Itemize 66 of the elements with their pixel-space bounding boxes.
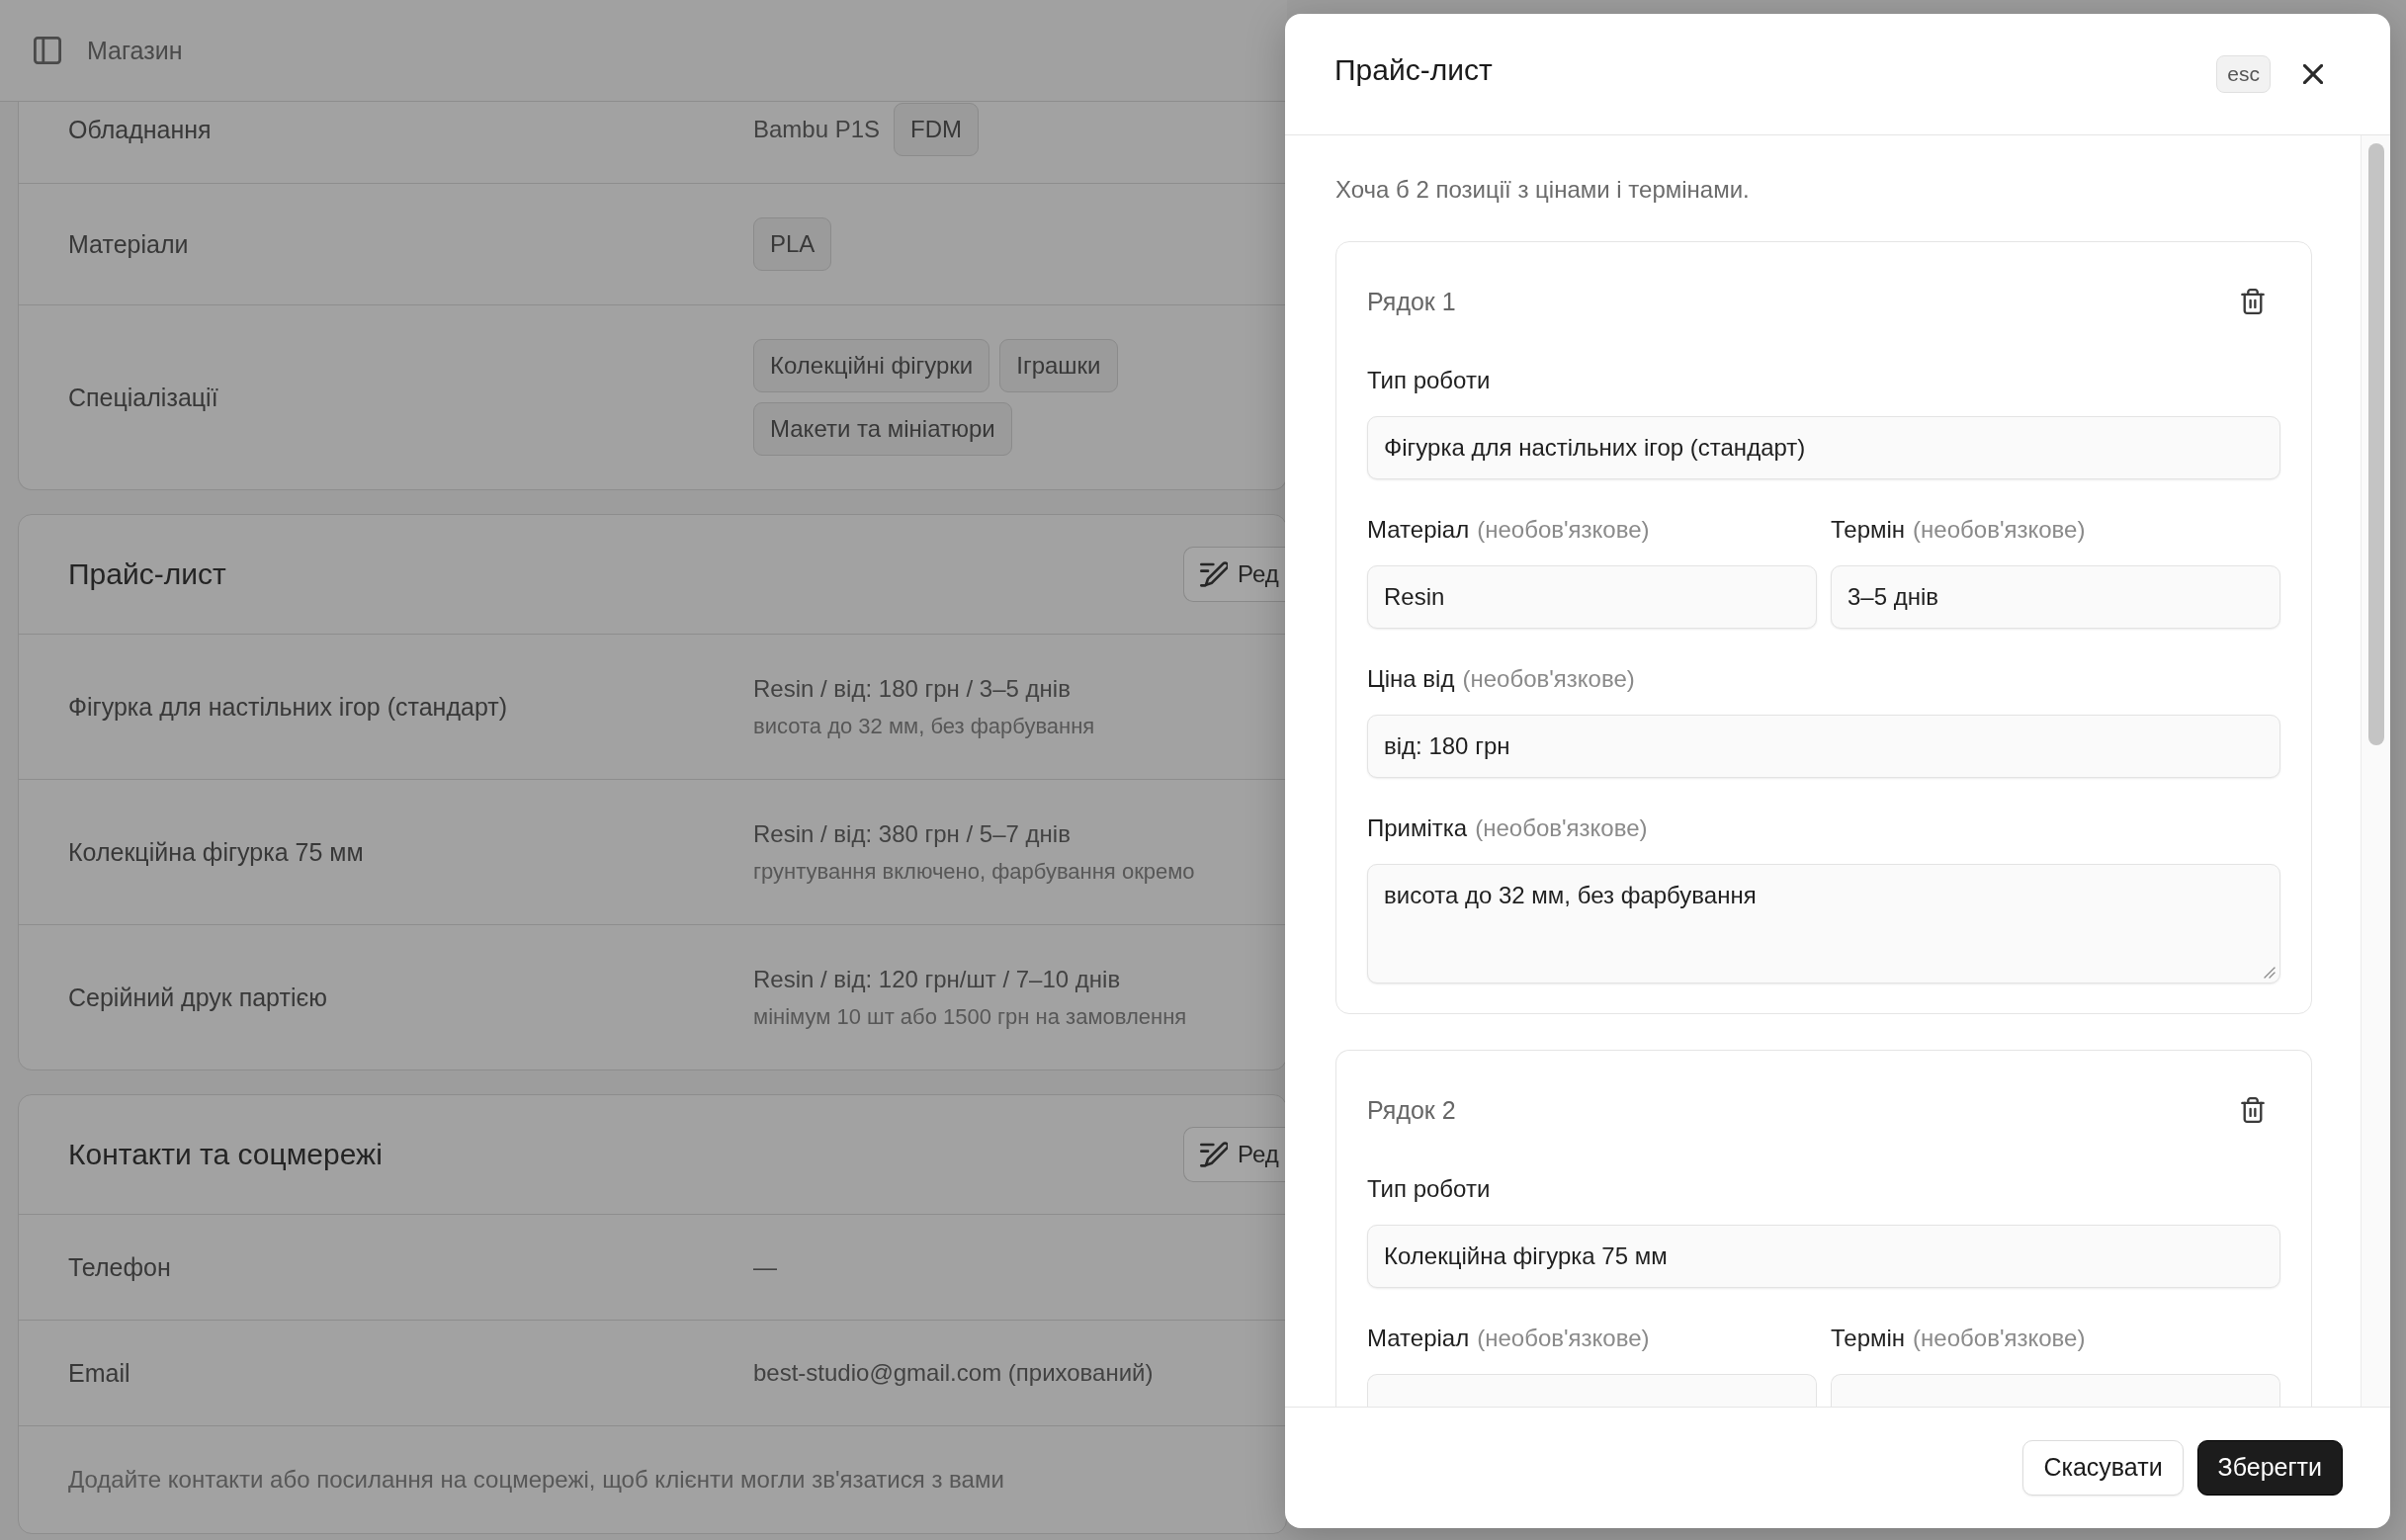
esc-key-hint: esc — [2216, 55, 2271, 93]
sidebar-toggle-button[interactable] — [34, 37, 61, 64]
edit-button[interactable]: Ред — [1183, 547, 1286, 602]
trash-icon — [2241, 1097, 2265, 1123]
intro-text: Хоча б 2 позиції з цінами і термінами. — [1335, 175, 1750, 205]
trash-icon — [2241, 289, 2265, 314]
pencil-icon — [1200, 1142, 1228, 1167]
edit-button[interactable]: Ред — [1183, 1127, 1286, 1182]
tag: FDM — [894, 103, 980, 156]
input-field[interactable]: 3–5 днів — [1831, 565, 2280, 629]
row-label: Спеціалізації — [68, 383, 218, 413]
cancel-button[interactable]: Скасувати — [2022, 1440, 2184, 1496]
input-field[interactable]: Колекційна фігурка 75 мм — [1367, 1225, 2280, 1288]
input-field[interactable]: Фігурка для настільних ігор (стандарт) — [1367, 416, 2280, 479]
field-label: Термін — [1831, 1324, 1906, 1353]
optional-hint: (необов'язкове) — [1477, 1324, 1650, 1353]
row-note: грунтування включено, фарбування окремо — [753, 858, 1195, 886]
row-value: Resin / від: 180 грн / 3–5 днів — [753, 674, 1071, 704]
optional-hint: (необов'язкове) — [1913, 1324, 2086, 1353]
tag: Макети та мініатюри — [753, 402, 1012, 456]
section-title: Прайс-лист — [68, 556, 226, 592]
input-field[interactable] — [1367, 1374, 1817, 1407]
hint-text: Додайте контакти або посилання на соцмережі, щоб клієнти могли зв'язатися з вами — [68, 1465, 1004, 1495]
close-icon — [2303, 64, 2323, 84]
pencil-icon — [1200, 561, 1228, 587]
row-value: best-studio@gmail.com (прихований) — [753, 1358, 1154, 1388]
page-title: Магазин — [87, 36, 183, 66]
row-value: Resin / від: 380 грн / 5–7 днів — [753, 819, 1071, 849]
resize-grip-icon — [2264, 967, 2276, 979]
row-label: Фігурка для настільних ігор (стандарт) — [68, 692, 508, 723]
row-value: — — [753, 1252, 777, 1282]
field-label: Матеріал — [1367, 515, 1470, 545]
tag: Колекційні фігурки — [753, 339, 990, 392]
row-value: Bambu P1S — [753, 115, 881, 144]
field-label: Термін — [1831, 515, 1906, 545]
input-field[interactable] — [1831, 1374, 2280, 1407]
row-label: Телефон — [68, 1252, 171, 1283]
scrollbar-thumb[interactable] — [2367, 143, 2384, 745]
tag: Іграшки — [999, 339, 1118, 392]
optional-hint: (необов'язкове) — [1462, 664, 1635, 694]
field-label: Примітка — [1367, 813, 1468, 843]
field-label: Тип роботи — [1367, 366, 1491, 395]
save-button[interactable]: Зберегти — [2196, 1440, 2343, 1496]
row-note: висота до 32 мм, без фарбування — [753, 713, 1095, 740]
row-note: мінімум 10 шт або 1500 грн на замовлення — [753, 1003, 1187, 1031]
row-heading: Рядок 1 — [1367, 287, 1456, 317]
textarea-field[interactable]: висота до 32 мм, без фарбування — [1367, 864, 2280, 984]
row-label: Email — [68, 1358, 130, 1389]
tag: PLA — [753, 217, 832, 271]
field-label: Матеріал — [1367, 1324, 1470, 1353]
row-label: Колекційна фігурка 75 мм — [68, 837, 364, 868]
row-label: Серійний друк партією — [68, 983, 327, 1013]
field-label: Тип роботи — [1367, 1174, 1491, 1204]
row-heading: Рядок 2 — [1367, 1095, 1456, 1126]
section-title: Контакти та соцмережі — [68, 1137, 383, 1172]
field-label: Ціна від — [1367, 664, 1455, 694]
optional-hint: (необов'язкове) — [1477, 515, 1650, 545]
optional-hint: (необов'язкове) — [1913, 515, 2086, 545]
row-value: Resin / від: 120 грн/шт / 7–10 днів — [753, 965, 1121, 994]
row-label: Обладнання — [68, 115, 212, 145]
sheet-title: Прайс-лист — [1334, 51, 1493, 88]
row-label: Матеріали — [68, 229, 189, 260]
input-field[interactable]: Resin — [1367, 565, 1817, 629]
input-field[interactable]: від: 180 грн — [1367, 715, 2280, 778]
optional-hint: (необов'язкове) — [1475, 813, 1648, 843]
panel-left-icon — [34, 37, 61, 64]
